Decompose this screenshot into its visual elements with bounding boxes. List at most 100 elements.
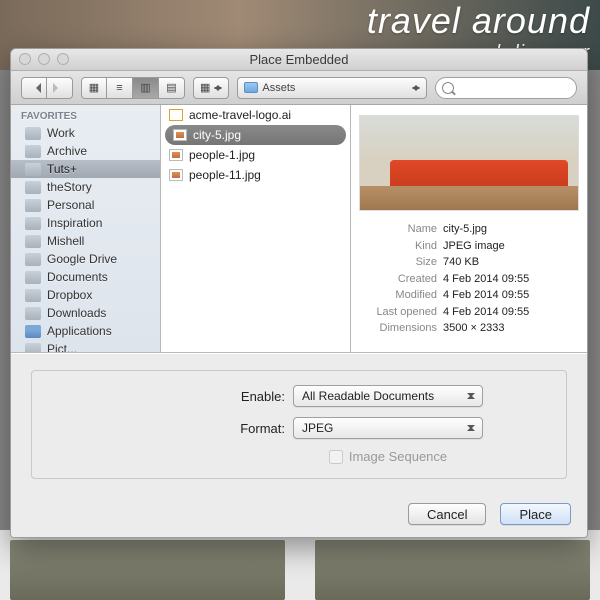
meta-value: 4 Feb 2014 09:55 — [443, 271, 529, 288]
cancel-button[interactable]: Cancel — [408, 503, 486, 525]
close-icon[interactable] — [19, 53, 31, 65]
sidebar-item-tuts-[interactable]: Tuts+ — [11, 160, 160, 178]
sidebar-item-label: Pict... — [47, 342, 77, 352]
back-button[interactable] — [21, 77, 47, 99]
view-icon-button[interactable]: ▦ — [81, 77, 107, 99]
meta-row: Created 4 Feb 2014 09:55 — [359, 271, 579, 288]
folder-icon — [25, 307, 41, 320]
enable-label: Enable: — [115, 389, 285, 404]
meta-key: Created — [359, 271, 437, 288]
sidebar-item-label: Applications — [47, 324, 112, 338]
sidebar-item-inspiration[interactable]: Inspiration — [11, 214, 160, 232]
meta-key: Kind — [359, 238, 437, 255]
sidebar-item-google-drive[interactable]: Google Drive — [11, 250, 160, 268]
folder-icon — [25, 163, 41, 176]
format-label: Format: — [115, 421, 285, 436]
meta-value: 4 Feb 2014 09:55 — [443, 287, 529, 304]
meta-row: Kind JPEG image — [359, 238, 579, 255]
file-icon — [169, 109, 183, 121]
folder-icon — [25, 181, 41, 194]
zoom-icon[interactable] — [57, 53, 69, 65]
view-coverflow-button[interactable]: ▤ — [159, 77, 185, 99]
app-icon — [25, 325, 41, 338]
file-row[interactable]: acme-travel-logo.ai — [161, 105, 350, 125]
meta-key: Size — [359, 254, 437, 271]
meta-value: city-5.jpg — [443, 221, 487, 238]
folder-icon — [25, 199, 41, 212]
folder-icon — [244, 82, 258, 93]
place-embedded-dialog: Place Embedded ▦ ≡ ▥ ▤ ▦ Assets FAVORITE… — [10, 48, 588, 538]
meta-row: Name city-5.jpg — [359, 221, 579, 238]
arrange-select[interactable]: ▦ — [193, 77, 229, 99]
sidebar-item-label: Work — [47, 126, 75, 140]
file-row[interactable]: people-11.jpg — [161, 165, 350, 185]
sidebar-item-mishell[interactable]: Mishell — [11, 232, 160, 250]
sidebar-item-applications[interactable]: Applications — [11, 322, 160, 340]
file-name: acme-travel-logo.ai — [189, 108, 291, 122]
sidebar-item-label: Downloads — [47, 306, 106, 320]
meta-value: JPEG image — [443, 238, 505, 255]
sidebar-item-label: Mishell — [47, 234, 84, 248]
file-name: people-1.jpg — [189, 148, 255, 162]
place-button[interactable]: Place — [500, 503, 571, 525]
image-sequence-checkbox[interactable]: Image Sequence — [329, 449, 447, 464]
file-column: acme-travel-logo.ai city-5.jpg people-1.jp… — [161, 105, 351, 352]
preview-image — [359, 115, 579, 211]
sidebar-item-label: theStory — [47, 180, 92, 194]
view-column-button[interactable]: ▥ — [133, 77, 159, 99]
file-icon — [169, 169, 183, 181]
sidebar-item-personal[interactable]: Personal — [11, 196, 160, 214]
sidebar-item-label: Google Drive — [47, 252, 117, 266]
meta-value: 740 KB — [443, 254, 479, 271]
path-label: Assets — [262, 82, 295, 94]
sidebar-item-label: Inspiration — [47, 216, 102, 230]
forward-button[interactable] — [47, 77, 73, 99]
folder-icon — [25, 235, 41, 248]
enable-select[interactable]: All Readable Documents — [293, 385, 483, 407]
file-name: city-5.jpg — [193, 128, 241, 142]
meta-key: Dimensions — [359, 320, 437, 337]
sidebar-item-label: Archive — [47, 144, 87, 158]
sidebar-item-downloads[interactable]: Downloads — [11, 304, 160, 322]
meta-value: 3500 × 2333 — [443, 320, 504, 337]
sidebar-item-dropbox[interactable]: Dropbox — [11, 286, 160, 304]
meta-value: 4 Feb 2014 09:55 — [443, 304, 529, 321]
sidebar-item-label: Dropbox — [47, 288, 92, 302]
file-icon — [173, 129, 187, 141]
path-select[interactable]: Assets — [237, 77, 427, 99]
sidebar-item-label: Personal — [47, 198, 94, 212]
folder-icon — [25, 271, 41, 284]
sidebar-item-thestory[interactable]: theStory — [11, 178, 160, 196]
preview-pane: Namecity-5.jpgKindJPEG imageSize740 KBCr… — [351, 105, 587, 352]
sidebar: FAVORITES Work Archive Tuts+ theStory Person… — [11, 105, 161, 352]
meta-key: Modified — [359, 287, 437, 304]
file-row[interactable]: people-1.jpg — [161, 145, 350, 165]
file-row[interactable]: city-5.jpg — [165, 125, 346, 145]
folder-icon — [25, 289, 41, 302]
sidebar-item-documents[interactable]: Documents — [11, 268, 160, 286]
sidebar-header: FAVORITES — [11, 105, 160, 124]
sidebar-item-work[interactable]: Work — [11, 124, 160, 142]
search-input[interactable] — [435, 77, 577, 99]
meta-row: Modified 4 Feb 2014 09:55 — [359, 287, 579, 304]
folder-icon — [25, 343, 41, 353]
format-select[interactable]: JPEG — [293, 417, 483, 439]
options-panel: Enable: All Readable Documents Format: J… — [11, 353, 587, 495]
meta-key: Last opened — [359, 304, 437, 321]
folder-icon — [25, 145, 41, 158]
minimize-icon[interactable] — [38, 53, 50, 65]
meta-key: Name — [359, 221, 437, 238]
folder-icon — [25, 127, 41, 140]
sidebar-item-archive[interactable]: Archive — [11, 142, 160, 160]
meta-row: Last opened 4 Feb 2014 09:55 — [359, 304, 579, 321]
file-name: people-11.jpg — [189, 168, 261, 182]
meta-row: Dimensions 3500 × 2333 — [359, 320, 579, 337]
sidebar-item-label: Tuts+ — [47, 162, 77, 176]
toolbar: ▦ ≡ ▥ ▤ ▦ Assets — [11, 71, 587, 105]
folder-icon — [25, 253, 41, 266]
file-icon — [169, 149, 183, 161]
sidebar-item-pict-[interactable]: Pict... — [11, 340, 160, 352]
folder-icon — [25, 217, 41, 230]
sidebar-item-label: Documents — [47, 270, 108, 284]
view-list-button[interactable]: ≡ — [107, 77, 133, 99]
